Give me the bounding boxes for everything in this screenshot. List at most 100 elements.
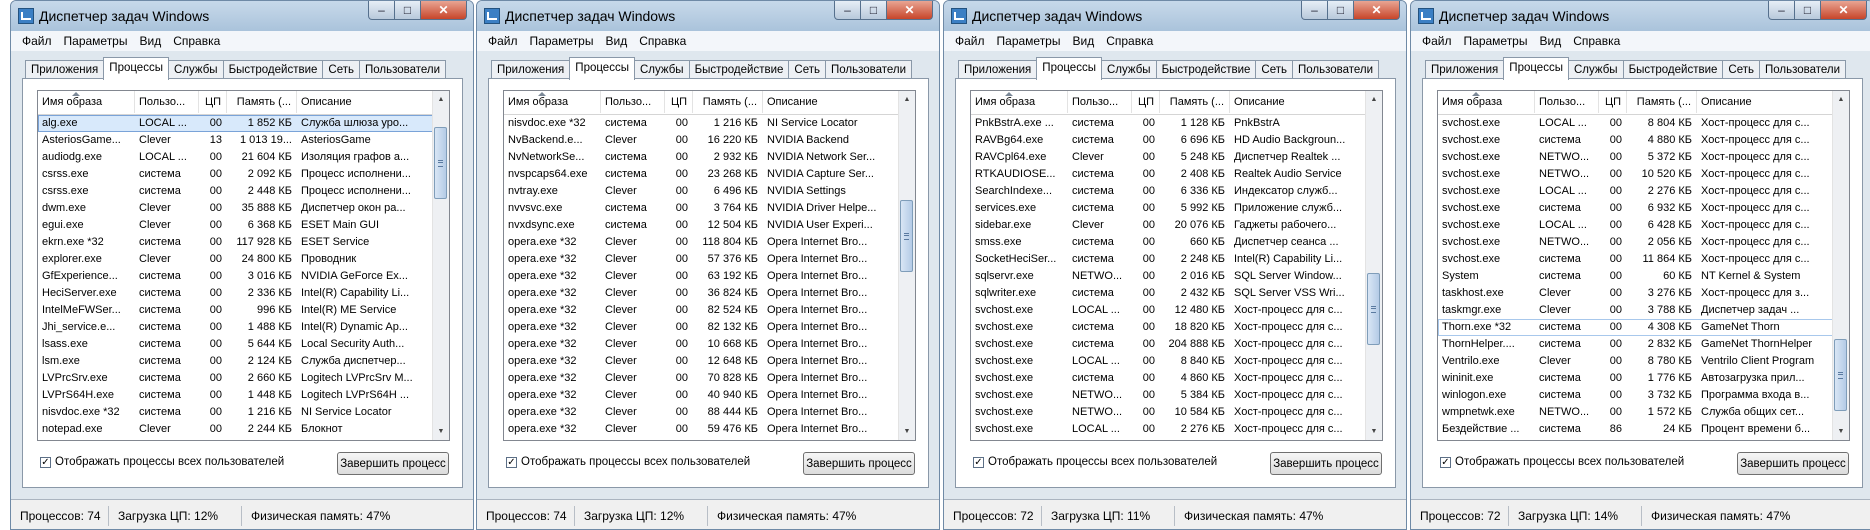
column-header[interactable]: Описание [297, 91, 434, 113]
table-row[interactable]: NvBackend.e... Clever 00 16 220 КБ NVIDIA Ba… [504, 132, 900, 149]
maximize-button[interactable]: □ [861, 1, 887, 20]
column-header[interactable]: ЦП [1599, 91, 1627, 113]
show-all-users-option[interactable]: ✓ Отображать процессы всех пользователей [40, 456, 284, 468]
tab[interactable]: Пользователи [359, 60, 447, 79]
scroll-thumb[interactable] [1834, 339, 1847, 411]
tab[interactable]: Сеть [322, 60, 360, 79]
table-row[interactable]: svchost.exe система 00 4 880 КБ Хост-процесс… [1438, 132, 1834, 149]
table-row[interactable]: svchost.exe LOCAL ... 00 6 428 КБ Хост-проце… [1438, 217, 1834, 234]
tab[interactable]: Службы [167, 60, 224, 79]
table-row[interactable]: svchost.exe LOCAL ... 00 8 840 КБ Хост-проце… [971, 353, 1367, 370]
table-row[interactable]: opera.exe *32 Clever 00 12 648 КБ Opera Inte… [504, 353, 900, 370]
tab[interactable]: Приложения [491, 60, 571, 79]
table-row[interactable]: Thorn.exe *32 система 00 4 308 КБ GameNet Th… [1438, 319, 1834, 336]
column-header[interactable]: Описание [763, 91, 900, 113]
maximize-button[interactable]: □ [1328, 1, 1354, 20]
column-header[interactable]: ЦП [1132, 91, 1160, 113]
show-all-users-checkbox[interactable]: ✓ [973, 456, 984, 468]
tab[interactable]: Службы [1567, 60, 1624, 79]
scroll-up-icon[interactable]: ▲ [899, 91, 915, 108]
end-process-button[interactable]: Завершить процесс [803, 452, 915, 475]
table-row[interactable]: sidebar.exe Clever 00 20 076 КБ Гаджеты рабо… [971, 217, 1367, 234]
table-row[interactable]: RTKAUDIOSE... система 00 2 408 КБ Realtek Au… [971, 166, 1367, 183]
column-header[interactable]: Память (... [1627, 91, 1697, 113]
table-row[interactable]: svchost.exe система 00 204 888 КБ Хост-проце… [971, 336, 1367, 353]
table-row[interactable]: svchost.exe NETWO... 00 10 584 КБ Хост-проце… [971, 404, 1367, 421]
column-header[interactable]: Имя образа [971, 91, 1068, 113]
menu-item[interactable]: Вид [1066, 31, 1100, 51]
tab[interactable]: Быстродействие [1622, 60, 1724, 79]
table-row[interactable]: svchost.exe NETWO... 00 5 372 КБ Хост-процес… [1438, 149, 1834, 166]
table-row[interactable]: wininit.exe система 00 1 776 КБ Автозагрузка… [1438, 370, 1834, 387]
show-all-users-option[interactable]: ✓ Отображать процессы всех пользователей [973, 456, 1217, 468]
vertical-scrollbar[interactable]: ▲ ▼ [432, 91, 449, 440]
process-list[interactable]: Имя образа Пользо... ЦП Память (... Описание… [1437, 90, 1850, 441]
table-row[interactable]: nisvdoc.exe *32 система 00 1 216 КБ NI Servi… [504, 115, 900, 132]
menu-item[interactable]: Справка [633, 31, 692, 51]
close-button[interactable]: ✕ [421, 1, 467, 20]
table-row[interactable]: svchost.exe система 00 11 864 КБ Хост-процес… [1438, 251, 1834, 268]
table-row[interactable]: nvxdsync.exe система 00 12 504 КБ NVIDIA Use… [504, 217, 900, 234]
menu-item[interactable]: Файл [1416, 31, 1458, 51]
table-row[interactable]: svchost.exe LOCAL ... 00 8 804 КБ Хост-проце… [1438, 115, 1834, 132]
table-row[interactable]: LVPrcSrv.exe система 00 2 660 КБ Logitech LV… [38, 370, 434, 387]
tab[interactable]: Пользователи [1759, 60, 1847, 79]
column-header[interactable]: Имя образа [504, 91, 601, 113]
tab[interactable]: Сеть [1255, 60, 1293, 79]
vertical-scrollbar[interactable]: ▲ ▼ [898, 91, 915, 440]
tab[interactable]: Процессы [1036, 57, 1102, 80]
tab[interactable]: Приложения [25, 60, 105, 79]
table-row[interactable]: ekrn.exe *32 система 00 117 928 КБ ESET Serv… [38, 234, 434, 251]
table-row[interactable]: svchost.exe LOCAL ... 00 2 276 КБ Хост-проце… [971, 421, 1367, 438]
end-process-button[interactable]: Завершить процесс [1737, 452, 1849, 475]
table-row[interactable]: lsass.exe система 00 5 644 КБ Local Security… [38, 336, 434, 353]
table-row[interactable]: IntelMeFWSer... система 00 996 КБ Intel(R) M… [38, 302, 434, 319]
show-all-users-checkbox[interactable]: ✓ [40, 456, 51, 468]
table-row[interactable]: nvvsvc.exe система 00 3 764 КБ NVIDIA Driver… [504, 200, 900, 217]
table-row[interactable]: lsm.exe система 00 2 124 КБ Служба диспетчер… [38, 353, 434, 370]
table-row[interactable]: PnkBstrA.exe ... система 00 1 128 КБ PnkBstr… [971, 115, 1367, 132]
column-header[interactable]: Память (... [227, 91, 297, 113]
scroll-thumb[interactable] [434, 127, 447, 199]
table-row[interactable]: svchost.exe система 00 6 932 КБ Хост-процесс… [1438, 200, 1834, 217]
scroll-down-icon[interactable]: ▼ [899, 423, 915, 440]
table-row[interactable]: opera.exe *32 Clever 00 36 824 КБ Opera Inte… [504, 285, 900, 302]
table-row[interactable]: GfExperience... система 00 3 016 КБ NVIDIA G… [38, 268, 434, 285]
process-list[interactable]: Имя образа Пользо... ЦП Память (... Описание… [503, 90, 916, 441]
tab[interactable]: Пользователи [1292, 60, 1380, 79]
table-row[interactable]: opera.exe *32 Clever 00 88 444 КБ Opera Inte… [504, 404, 900, 421]
scroll-down-icon[interactable]: ▼ [1366, 423, 1382, 440]
menu-item[interactable]: Вид [1533, 31, 1567, 51]
title-bar[interactable]: Диспетчер задач Windows – □ ✕ [944, 1, 1406, 31]
vertical-scrollbar[interactable]: ▲ ▼ [1832, 91, 1849, 440]
title-bar[interactable]: Диспетчер задач Windows – □ ✕ [1411, 1, 1870, 31]
tab[interactable]: Быстродействие [1155, 60, 1257, 79]
column-header[interactable]: ЦП [665, 91, 693, 113]
menu-item[interactable]: Справка [1100, 31, 1159, 51]
menu-item[interactable]: Параметры [58, 31, 134, 51]
table-row[interactable]: opera.exe *32 Clever 00 59 476 КБ Opera Inte… [504, 421, 900, 438]
show-all-users-checkbox[interactable]: ✓ [506, 456, 517, 468]
menu-item[interactable]: Справка [1567, 31, 1626, 51]
table-row[interactable]: Ventrilo.exe Clever 00 8 780 КБ Ventrilo Cli… [1438, 353, 1834, 370]
table-row[interactable]: opera.exe *32 Clever 00 57 376 КБ Opera Inte… [504, 251, 900, 268]
tab[interactable]: Сеть [788, 60, 826, 79]
close-button[interactable]: ✕ [1354, 1, 1400, 20]
column-header[interactable]: Описание [1697, 91, 1834, 113]
table-row[interactable]: svchost.exe NETWO... 00 10 520 КБ Хост-проце… [1438, 166, 1834, 183]
table-row[interactable]: svchost.exe LOCAL ... 00 12 480 КБ Хост-проц… [971, 302, 1367, 319]
table-row[interactable]: dwm.exe Clever 00 35 888 КБ Диспетчер окон р… [38, 200, 434, 217]
menu-item[interactable]: Вид [599, 31, 633, 51]
scroll-down-icon[interactable]: ▼ [1833, 423, 1849, 440]
table-row[interactable]: opera.exe *32 Clever 00 82 132 КБ Opera Inte… [504, 319, 900, 336]
table-row[interactable]: sqlwriter.exe система 00 2 432 КБ SQL Server… [971, 285, 1367, 302]
table-row[interactable]: svchost.exe NETWO... 00 5 384 КБ Хост-процес… [971, 387, 1367, 404]
table-row[interactable]: AsteriosGame... Clever 13 1 013 19... Asteri… [38, 132, 434, 149]
scroll-up-icon[interactable]: ▲ [433, 91, 449, 108]
minimize-button[interactable]: – [1768, 1, 1795, 20]
table-row[interactable]: winlogon.exe система 00 3 732 КБ Программа в… [1438, 387, 1834, 404]
table-row[interactable]: csrss.exe система 00 2 448 КБ Процесс исполн… [38, 183, 434, 200]
minimize-button[interactable]: – [368, 1, 395, 20]
maximize-button[interactable]: □ [1795, 1, 1821, 20]
menu-item[interactable]: Справка [167, 31, 226, 51]
